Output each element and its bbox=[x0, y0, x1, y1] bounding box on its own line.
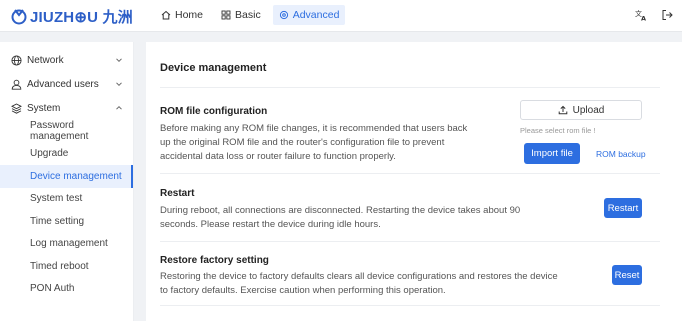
layers-icon bbox=[10, 102, 22, 114]
sidebar-group-network-label: Network bbox=[27, 54, 64, 66]
nav-advanced-label: Advanced bbox=[292, 9, 340, 21]
top-nav: Home Basic Advanced bbox=[155, 5, 346, 25]
sidebar-item-system-test[interactable]: System test bbox=[0, 188, 133, 211]
rom-backup-link[interactable]: ROM backup bbox=[596, 149, 646, 159]
import-file-button[interactable]: Import file bbox=[524, 143, 580, 164]
divider bbox=[160, 87, 660, 88]
translate-icon[interactable]: 文 A bbox=[634, 8, 648, 22]
sidebar-group-network[interactable]: Network bbox=[0, 48, 133, 72]
chevron-down-icon bbox=[116, 82, 122, 87]
sidebar-group-system[interactable]: System bbox=[0, 96, 133, 120]
nav-home[interactable]: Home bbox=[155, 5, 209, 25]
sidebar-item-upgrade[interactable]: Upgrade bbox=[0, 143, 133, 166]
sidebar-item-pon-auth[interactable]: PON Auth bbox=[0, 278, 133, 301]
restart-button[interactable]: Restart bbox=[604, 198, 642, 218]
upload-button[interactable]: Upload bbox=[520, 100, 642, 120]
restart-section-title: Restart bbox=[160, 188, 195, 199]
divider bbox=[160, 241, 660, 242]
logo-text: JIUZH⊕U 九洲 bbox=[30, 8, 133, 26]
sidebar-group-system-label: System bbox=[27, 102, 61, 114]
gear-icon bbox=[279, 10, 288, 20]
sidebar-item-timed-reboot[interactable]: Timed reboot bbox=[0, 255, 133, 278]
divider bbox=[160, 305, 660, 306]
top-header: JIUZH⊕U 九洲 Home Basic Advanced 文 A bbox=[0, 0, 682, 32]
sidebar-group-advanced-users-label: Advanced users bbox=[27, 78, 99, 90]
nav-home-label: Home bbox=[175, 9, 204, 21]
rom-section-desc: Before making any ROM file changes, it i… bbox=[160, 123, 468, 162]
sidebar-item-time-setting[interactable]: Time setting bbox=[0, 210, 133, 233]
rom-file-hint: Please select rom file ! bbox=[520, 126, 596, 135]
logout-icon[interactable] bbox=[660, 8, 674, 22]
nav-advanced[interactable]: Advanced bbox=[272, 5, 346, 25]
svg-text:A: A bbox=[641, 15, 646, 22]
reset-button[interactable]: Reset bbox=[612, 265, 642, 285]
brand-logo[interactable]: JIUZH⊕U 九洲 bbox=[10, 6, 133, 26]
main-panel: Device management ROM file configuration… bbox=[146, 42, 682, 321]
divider bbox=[160, 173, 660, 174]
restart-section-desc: During reboot, all connections are disco… bbox=[160, 205, 521, 230]
sidebar-item-password-management[interactable]: Password management bbox=[0, 120, 133, 143]
factory-section-desc: Restoring the device to factory defaults… bbox=[160, 271, 558, 296]
globe-icon bbox=[10, 54, 22, 66]
factory-section-title: Restore factory setting bbox=[160, 255, 269, 266]
user-icon bbox=[10, 78, 22, 90]
sidebar-group-advanced-users[interactable]: Advanced users bbox=[0, 72, 133, 96]
logo-mark-icon bbox=[11, 9, 27, 25]
nav-basic[interactable]: Basic bbox=[215, 5, 267, 25]
nav-basic-label: Basic bbox=[235, 9, 261, 21]
sidebar: Network Advanced users System Password m… bbox=[0, 42, 134, 321]
rom-section-title: ROM file configuration bbox=[160, 106, 268, 117]
chevron-up-icon bbox=[116, 105, 122, 110]
sidebar-item-log-management[interactable]: Log management bbox=[0, 233, 133, 256]
home-icon bbox=[161, 10, 171, 20]
sidebar-item-device-management[interactable]: Device management bbox=[0, 165, 133, 188]
page-title: Device management bbox=[160, 62, 267, 74]
upload-icon bbox=[558, 105, 567, 115]
header-actions: 文 A bbox=[634, 8, 674, 22]
upload-button-label: Upload bbox=[572, 104, 605, 116]
chevron-down-icon bbox=[116, 58, 122, 63]
grid-icon bbox=[221, 10, 231, 20]
